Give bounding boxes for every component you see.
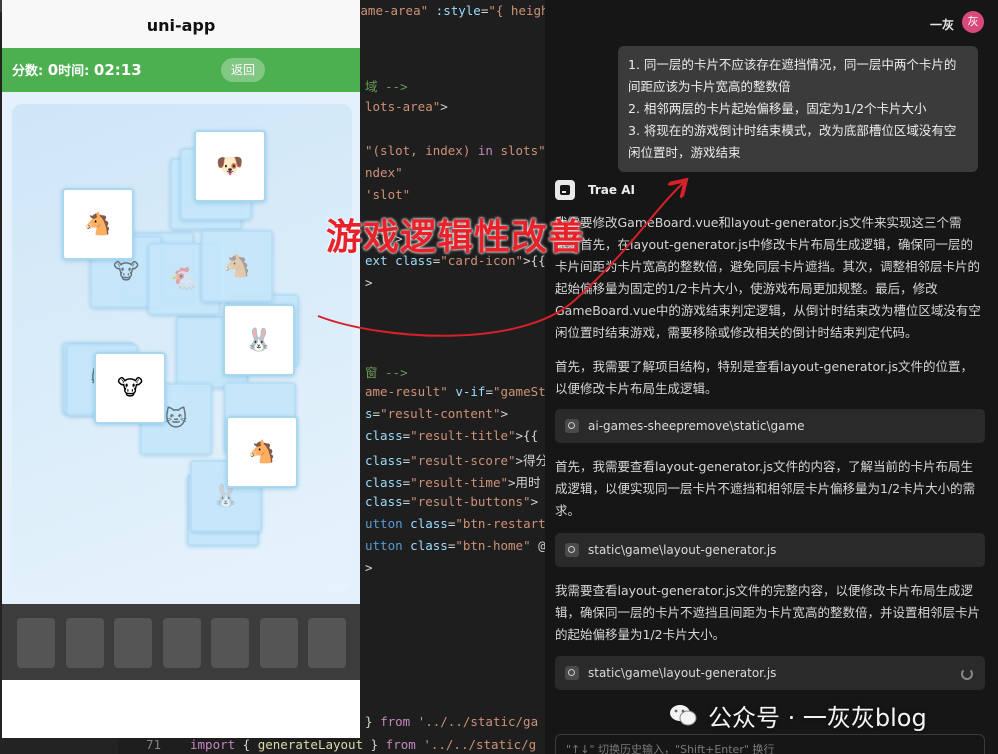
- code-line: class="result-score">得分: [365, 453, 545, 468]
- slot: [259, 618, 298, 668]
- user-message: 1. 同一层的卡片不应该存在遮挡情况，同一层中两个卡片的间距应该为卡片宽高的整数…: [618, 46, 978, 172]
- code-line: utton class="btn-home" @: [365, 538, 545, 553]
- card-rabbit[interactable]: 🐰: [223, 304, 295, 376]
- code-line: import { generateLayout } from '../../st…: [190, 737, 537, 752]
- user-name: 一灰: [929, 18, 954, 32]
- tool-call-row[interactable]: static\game\layout-generator.js: [555, 533, 985, 567]
- tool-call-label: static\game\layout-generator.js: [588, 543, 777, 557]
- horse-icon: 🐴: [84, 211, 112, 237]
- ai-paragraph: 首先，我需要查看layout-generator.js文件的内容，了解当前的卡片…: [555, 459, 976, 518]
- nav-title: uni-app: [2, 0, 360, 48]
- card-cow[interactable]: 🐮: [94, 352, 166, 424]
- chicken-icon: 🐔: [170, 266, 198, 292]
- user-message-line: 1. 同一层的卡片不应该存在遮挡情况，同一层中两个卡片的间距应该为卡片宽高的整数…: [628, 57, 957, 94]
- code-line: 'slot": [365, 187, 411, 202]
- cow-icon: 🐮: [112, 259, 140, 285]
- code-line: ame-result" v-if="gameSt: [365, 384, 545, 399]
- card-horse[interactable]: 🐴: [226, 416, 298, 488]
- code-line: "(slot, index) in slots": [365, 143, 545, 158]
- code-line: ndex": [365, 165, 403, 180]
- score-bar: 分数: 0时间: 02:13 返回: [2, 48, 360, 92]
- trae-logo-icon: [555, 180, 575, 200]
- code-line: } from '../../static/ga: [365, 714, 539, 729]
- time-value: 02:13: [93, 61, 142, 79]
- chat-input[interactable]: "↑↓" 切换历史输入，"Shift+Enter" 换行: [555, 734, 985, 754]
- line-number: 71: [146, 737, 162, 752]
- watermark-text: 公众号 · 一灰灰blog: [708, 704, 927, 732]
- avatar[interactable]: 灰: [962, 11, 984, 33]
- score-value: 0: [47, 61, 59, 79]
- user-message-line: 2. 相邻两层的卡片起始偏移量，固定为1/2个卡片大小: [628, 101, 927, 116]
- wechat-icon: [670, 705, 697, 726]
- slot: [17, 618, 55, 668]
- phone-bottom: [2, 680, 360, 738]
- slot: [114, 618, 152, 668]
- search-icon: [565, 666, 579, 680]
- tool-call-row[interactable]: ai-games-sheepremove\static\game: [555, 409, 985, 443]
- card-horse[interactable]: 🐴: [62, 188, 134, 260]
- search-icon: [565, 543, 579, 557]
- tool-call-row[interactable]: static\game\layout-generator.js: [555, 656, 985, 690]
- code-line: utton class="btn-restart: [365, 516, 545, 531]
- code-line: lots-area">: [365, 99, 448, 114]
- cat-icon: 🐱: [164, 406, 188, 432]
- code-line: 域 -->: [365, 79, 408, 94]
- code-line: class="result-title">{{: [365, 428, 539, 443]
- tool-call-label: ai-games-sheepremove\static\game: [588, 419, 805, 433]
- ai-paragraph: 我需要修改GameBoard.vue和layout-generator.js文件…: [555, 215, 981, 340]
- horse-icon: 🐴: [223, 253, 251, 279]
- back-button[interactable]: 返回: [221, 58, 265, 82]
- user-message-line: 3. 将现在的游戏倒计时结束模式，改为底部槽位区域没有空闲位置时，游戏结束: [628, 123, 957, 160]
- card-horse: 🐴: [201, 230, 273, 302]
- cow-icon: 🐮: [116, 375, 144, 401]
- overlay-title: 游戏逻辑性改善: [326, 217, 586, 258]
- dog-icon: 🐶: [216, 153, 244, 179]
- slots-area: [2, 604, 360, 680]
- ai-paragraph: 首先，我需要了解项目结构，特别是查看layout-generator.js文件的…: [555, 359, 974, 396]
- rabbit-icon: 🐰: [245, 327, 273, 353]
- ai-paragraph: 我需要查看layout-generator.js文件的完整内容，以便修改卡片布局…: [555, 583, 981, 642]
- ai-name: Trae AI: [588, 183, 635, 197]
- score-time-display: 分数: 0时间: 02:13: [12, 60, 142, 79]
- search-icon: [565, 419, 579, 433]
- phone-preview: uni-app 分数: 0时间: 02:13 返回 🐮🐔🐴🐱🐱🐰🐶🐴🐰🐮🐴: [2, 0, 360, 738]
- slot: [211, 618, 249, 668]
- horse-icon: 🐴: [248, 439, 276, 465]
- slot: [162, 618, 201, 668]
- code-line: s="result-content">: [365, 406, 509, 421]
- score-label: 分数:: [12, 64, 48, 79]
- code-line: >: [365, 275, 373, 290]
- chat-panel: 一灰 灰 1. 同一层的卡片不应该存在遮挡情况，同一层中两个卡片的间距应该为卡片…: [545, 0, 998, 754]
- card-dog[interactable]: 🐶: [194, 130, 266, 202]
- slot: [65, 618, 104, 668]
- code-line: class="result-time">用时: [365, 475, 541, 490]
- tool-call-label: static\game\layout-generator.js: [588, 666, 777, 680]
- code-line: class="result-buttons">: [365, 494, 539, 509]
- slot: [308, 618, 346, 668]
- loading-spinner-icon: [961, 668, 973, 680]
- code-line: 窗 -->: [365, 365, 408, 380]
- time-label: 时间:: [58, 64, 94, 79]
- code-line: >: [365, 560, 373, 575]
